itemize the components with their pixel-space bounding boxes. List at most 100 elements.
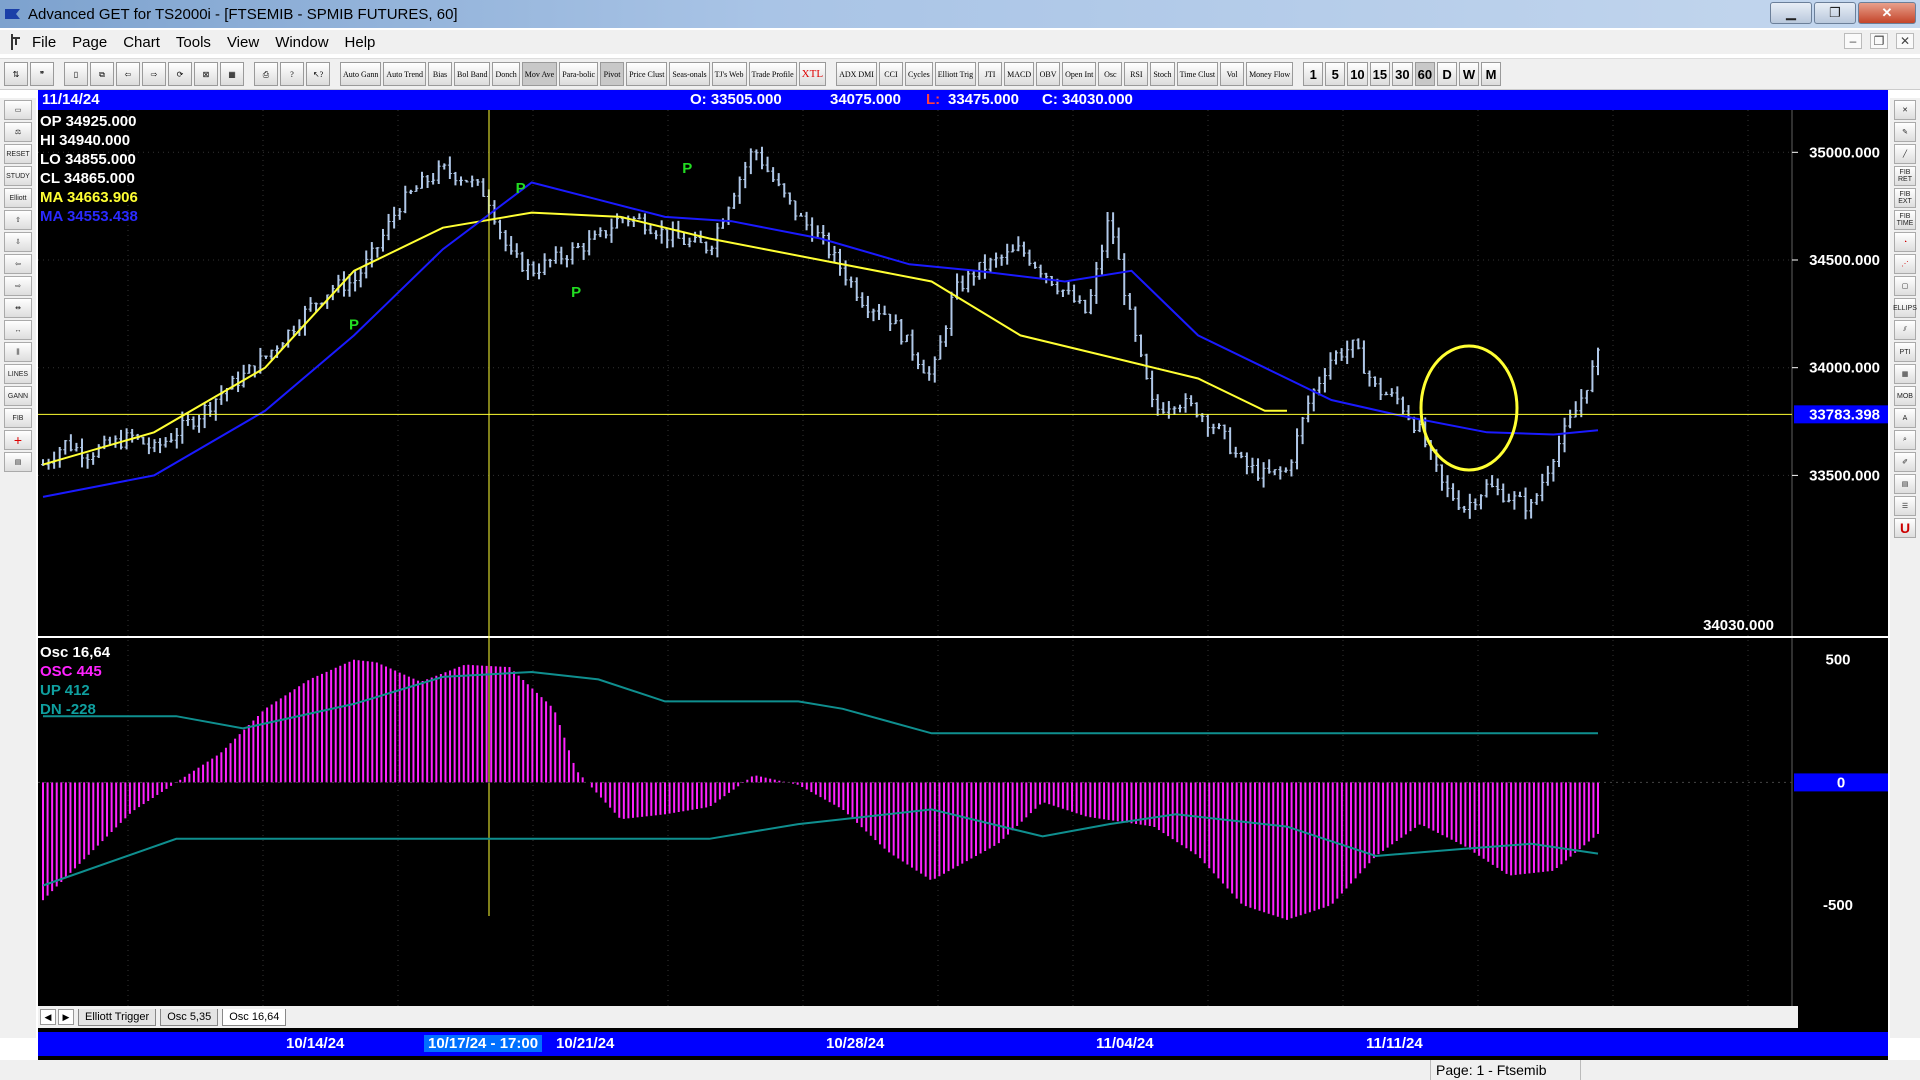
menu-file[interactable]: File: [32, 34, 56, 51]
bars-button[interactable]: ⫼: [4, 342, 32, 362]
channel-button[interactable]: ⫽: [1894, 320, 1916, 340]
mob-button[interactable]: MOB: [1894, 386, 1916, 406]
forward-button[interactable]: ⇨: [142, 62, 166, 86]
interval-button-15[interactable]: 15: [1369, 62, 1391, 86]
study-button-cycles[interactable]: Cycles: [904, 62, 933, 86]
copy-button[interactable]: ⧉: [90, 62, 114, 86]
study-button-open-int[interactable]: Open Int: [1062, 62, 1097, 86]
pencil-button[interactable]: ✎: [1894, 122, 1916, 142]
undo-button[interactable]: U: [1894, 518, 1916, 538]
crosshair-button[interactable]: +: [4, 430, 32, 450]
study-button-adx-dmi[interactable]: ADX DMI: [836, 62, 877, 86]
quote-button[interactable]: ❞: [30, 62, 54, 86]
box-button[interactable]: ▢: [1894, 276, 1916, 296]
fib-button[interactable]: FIB: [4, 408, 32, 428]
maximize-button[interactable]: ❐: [1814, 2, 1856, 24]
fan-button[interactable]: ⋰: [1894, 254, 1916, 274]
elliott-button[interactable]: Elliott: [4, 188, 32, 208]
fib-ret-button[interactable]: FIB RET: [1894, 166, 1916, 186]
text-button[interactable]: A: [1894, 408, 1916, 428]
context-help-button[interactable]: ↖?: [306, 62, 330, 86]
chart-window[interactable]: 11/14/24 O: 33505.000 34075.000 L: 33475…: [38, 90, 1888, 1060]
back-button[interactable]: ⇦: [116, 62, 140, 86]
open-folder-button[interactable]: ▭: [4, 100, 32, 120]
tab-scroll-left[interactable]: ◀: [40, 1009, 56, 1025]
study-button-elliott-trig[interactable]: Elliott Trig: [934, 62, 977, 86]
down-arrow-button[interactable]: ⇩: [4, 232, 32, 252]
list-button[interactable]: ☰: [1894, 496, 1916, 516]
table-button[interactable]: ▤: [1894, 474, 1916, 494]
up-arrow-button[interactable]: ⇧: [4, 210, 32, 230]
refresh-button[interactable]: ⟳: [168, 62, 192, 86]
mdi-minimize-button[interactable]: –: [1844, 33, 1862, 49]
study-button-jti[interactable]: JTI: [978, 62, 1003, 86]
pti-button[interactable]: PTI: [1894, 342, 1916, 362]
grid-button[interactable]: ▦: [220, 62, 244, 86]
interval-button-d[interactable]: D: [1437, 62, 1458, 86]
menu-chart[interactable]: Chart: [123, 34, 160, 51]
study-button-xtl[interactable]: XTL: [798, 62, 827, 86]
study-button-donch[interactable]: Donch: [492, 62, 520, 86]
new-chart-button[interactable]: ⇅: [4, 62, 28, 86]
interval-button-5[interactable]: 5: [1325, 62, 1346, 86]
right-arrow-button[interactable]: ⇨: [4, 276, 32, 296]
study-button-pivot[interactable]: Pivot: [600, 62, 625, 86]
expand-button[interactable]: ↔: [4, 320, 32, 340]
menu-help[interactable]: Help: [345, 34, 376, 51]
fib-ext-button[interactable]: FIB EXT: [1894, 188, 1916, 208]
arc-button[interactable]: ◔: [1894, 232, 1916, 252]
study-button-bias[interactable]: Bias: [428, 62, 453, 86]
interval-button-m[interactable]: M: [1481, 62, 1502, 86]
study-button-price-clust[interactable]: Price Clust: [626, 62, 668, 86]
mdi-restore-button[interactable]: ❐: [1870, 33, 1888, 49]
new-page-button[interactable]: ▯: [64, 62, 88, 86]
interval-button-1[interactable]: 1: [1303, 62, 1324, 86]
study-button-macd[interactable]: MACD: [1004, 62, 1035, 86]
study-button-para-bolic[interactable]: Para-bolic: [559, 62, 599, 86]
mdi-close-button[interactable]: ✕: [1896, 33, 1914, 49]
scale-button[interactable]: ⚖: [4, 122, 32, 142]
study-button-stoch[interactable]: Stoch: [1150, 62, 1175, 86]
trendline-button[interactable]: ╱: [1894, 144, 1916, 164]
chart-plot[interactable]: P P P P 35000.000 34500.000 34000.000 33500.00…: [38, 110, 1888, 1006]
compress-button[interactable]: ⇹: [4, 298, 32, 318]
study-button-time-clust[interactable]: Time Clust: [1176, 62, 1219, 86]
lines-button[interactable]: LINES: [4, 364, 32, 384]
study-button-bol-band[interactable]: Bol Band: [454, 62, 491, 86]
tab-elliott-trigger[interactable]: Elliott Trigger: [78, 1008, 157, 1026]
menu-window[interactable]: Window: [275, 34, 328, 51]
menu-tools[interactable]: Tools: [176, 34, 211, 51]
print-button[interactable]: ⎙: [254, 62, 278, 86]
reset-button[interactable]: RESET: [4, 144, 32, 164]
ellipse-button[interactable]: ELLIPS: [1893, 298, 1917, 318]
study-button-seas-onals[interactable]: Seas-onals: [669, 62, 710, 86]
zoom-button[interactable]: ⌕: [1894, 430, 1916, 450]
tab-osc-5-35[interactable]: Osc 5,35: [160, 1008, 219, 1026]
menu-page[interactable]: Page: [72, 34, 107, 51]
grid-tool-button[interactable]: ▦: [1894, 364, 1916, 384]
study-button-auto-gann[interactable]: Auto Gann: [340, 62, 382, 86]
interval-button-10[interactable]: 10: [1347, 62, 1368, 86]
cancel-tool-button[interactable]: ✕: [1894, 100, 1916, 120]
study-button-osc[interactable]: Osc: [1098, 62, 1123, 86]
study-button-mov-ave[interactable]: Mov Ave: [521, 62, 558, 86]
study-button-obv[interactable]: OBV: [1036, 62, 1061, 86]
study-button-tj-s-web[interactable]: TJ's Web: [711, 62, 747, 86]
gann-button[interactable]: GANN: [4, 386, 32, 406]
study-button-money-flow[interactable]: Money Flow: [1246, 62, 1294, 86]
menu-view[interactable]: View: [227, 34, 259, 51]
tab-osc-16-64[interactable]: Osc 16,64: [222, 1008, 287, 1026]
study-button-vol[interactable]: Vol: [1220, 62, 1245, 86]
calculator-button[interactable]: ▤: [4, 452, 32, 472]
study-button-auto-trend[interactable]: Auto Trend: [383, 62, 427, 86]
close-button[interactable]: ✕: [1858, 2, 1916, 24]
study-button-trade-profile[interactable]: Trade Profile: [748, 62, 797, 86]
study-button[interactable]: STUDY: [4, 166, 32, 186]
interval-button-30[interactable]: 30: [1392, 62, 1413, 86]
interval-button-60[interactable]: 60: [1414, 62, 1436, 86]
study-button-rsi[interactable]: RSI: [1124, 62, 1149, 86]
help-button[interactable]: ?: [280, 62, 304, 86]
delete-button[interactable]: ⊠: [194, 62, 218, 86]
left-arrow-button[interactable]: ⇦: [4, 254, 32, 274]
marker-button[interactable]: ✐: [1894, 452, 1916, 472]
